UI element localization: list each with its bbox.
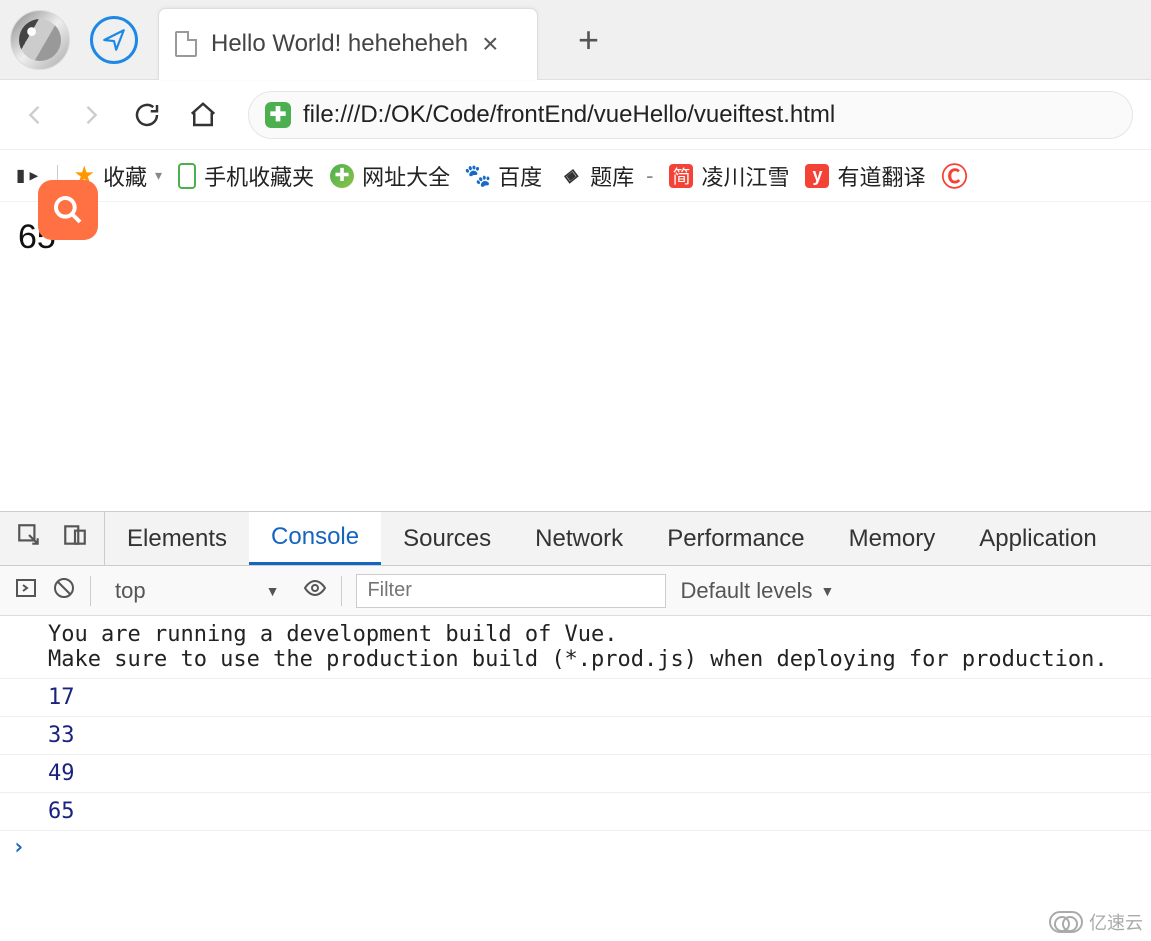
- separator: [90, 576, 91, 606]
- watermark: 亿速云: [1049, 909, 1143, 935]
- bookmarks-bar: ▮▸ ★ 收藏 ▾ 手机收藏夹 ✚ 网址大全 🐾 百度 ◈ 题库 - 简 凌川江…: [0, 150, 1151, 202]
- tab-application[interactable]: Application: [957, 512, 1118, 565]
- browser-tab[interactable]: Hello World! heheheheh ×: [158, 8, 538, 80]
- bookmark-youdao[interactable]: y 有道翻译: [805, 160, 925, 192]
- page-icon: [175, 31, 197, 57]
- bookmark-tiku[interactable]: ◈ 题库 -: [558, 160, 653, 192]
- bookmark-lingchuan[interactable]: 简 凌川江雪: [669, 160, 789, 192]
- devtools-panel: Elements Console Sources Network Perform…: [0, 511, 1151, 941]
- triangle-down-icon: ▼: [266, 583, 280, 599]
- bookmark-sites[interactable]: ✚ 网址大全: [330, 160, 450, 192]
- tab-label: Memory: [849, 525, 936, 553]
- url-text: file:///D:/OK/Code/frontEnd/vueHello/vue…: [303, 101, 835, 129]
- page-content: 65: [0, 202, 1151, 273]
- forward-button[interactable]: [74, 98, 108, 132]
- profile-avatar[interactable]: [10, 10, 70, 70]
- dash: -: [646, 163, 653, 189]
- console-toolbar: top ▼ Default levels ▼: [0, 566, 1151, 616]
- tab-label: Application: [979, 525, 1096, 553]
- triangle-down-icon: ▼: [821, 583, 835, 599]
- browser-titlebar: Hello World! heheheheh × +: [0, 0, 1151, 80]
- tab-label: Sources: [403, 525, 491, 553]
- phone-icon: [178, 163, 196, 189]
- log-levels-selector[interactable]: Default levels ▼: [680, 578, 834, 604]
- tab-label: Performance: [667, 525, 804, 553]
- bookmark-label: 百度: [498, 160, 542, 192]
- tab-label: Elements: [127, 525, 227, 553]
- tab-title: Hello World! heheheheh: [211, 30, 468, 58]
- console-output[interactable]: You are running a development build of V…: [0, 616, 1151, 941]
- bookmark-extra-icon[interactable]: Ⓒ: [941, 157, 967, 194]
- baidu-icon: 🐾: [466, 164, 490, 188]
- console-message-log: 49: [0, 755, 1151, 793]
- watermark-text: 亿速云: [1089, 909, 1143, 935]
- address-bar[interactable]: ✚ file:///D:/OK/Code/frontEnd/vueHello/v…: [248, 91, 1133, 139]
- live-expression-icon[interactable]: [303, 576, 327, 606]
- console-message-warning: You are running a development build of V…: [0, 616, 1151, 679]
- bookmark-mobile[interactable]: 手机收藏夹: [178, 160, 314, 192]
- home-button[interactable]: [186, 98, 220, 132]
- console-message-log: 33: [0, 717, 1151, 755]
- bookmark-label: 题库: [590, 160, 634, 192]
- tab-label: Console: [271, 523, 359, 551]
- shield-360-icon: ✚: [330, 164, 354, 188]
- location-badge-icon[interactable]: [90, 16, 138, 64]
- bookmark-label: 有道翻译: [837, 160, 925, 192]
- scope-label: top: [115, 578, 146, 604]
- bookmark-baidu[interactable]: 🐾 百度: [466, 160, 542, 192]
- device-toggle-icon[interactable]: [62, 522, 88, 555]
- execution-context-selector[interactable]: top ▼: [105, 576, 289, 606]
- watermark-logo-icon: [1049, 911, 1083, 933]
- console-sidebar-toggle-icon[interactable]: [14, 576, 38, 606]
- close-tab-icon[interactable]: ×: [482, 28, 498, 60]
- devtools-tabbar: Elements Console Sources Network Perform…: [0, 512, 1151, 566]
- youdao-icon: y: [805, 164, 829, 188]
- caret-down-icon: ▾: [155, 167, 162, 184]
- console-filter-input[interactable]: [356, 574, 666, 608]
- tab-elements[interactable]: Elements: [105, 512, 249, 565]
- bookmark-label: 网址大全: [362, 160, 450, 192]
- tab-memory[interactable]: Memory: [827, 512, 958, 565]
- new-tab-button[interactable]: +: [578, 19, 599, 61]
- browser-toolbar: ✚ file:///D:/OK/Code/frontEnd/vueHello/v…: [0, 80, 1151, 150]
- devtools-controls: [0, 512, 105, 565]
- tab-sources[interactable]: Sources: [381, 512, 513, 565]
- tab-performance[interactable]: Performance: [645, 512, 826, 565]
- tab-console[interactable]: Console: [249, 512, 381, 565]
- favorites-label: 收藏: [103, 160, 147, 192]
- tiku-icon: ◈: [558, 164, 582, 188]
- shield-icon: ✚: [265, 102, 291, 128]
- tab-label: Network: [535, 525, 623, 553]
- tab-network[interactable]: Network: [513, 512, 645, 565]
- back-button[interactable]: [18, 98, 52, 132]
- console-message-log: 65: [0, 793, 1151, 831]
- clear-console-icon[interactable]: [52, 576, 76, 606]
- console-prompt-icon[interactable]: ›: [0, 831, 1151, 864]
- inspect-icon[interactable]: [16, 522, 42, 555]
- panel-toggle-icon[interactable]: ▮▸: [14, 163, 41, 188]
- separator: [341, 576, 342, 606]
- reload-button[interactable]: [130, 98, 164, 132]
- bookmark-label: 手机收藏夹: [204, 160, 314, 192]
- search-overlay-button[interactable]: [38, 180, 98, 240]
- bookmark-label: 凌川江雪: [701, 160, 789, 192]
- jian-icon: 简: [669, 164, 693, 188]
- console-message-log: 17: [0, 679, 1151, 717]
- levels-label: Default levels: [680, 578, 812, 604]
